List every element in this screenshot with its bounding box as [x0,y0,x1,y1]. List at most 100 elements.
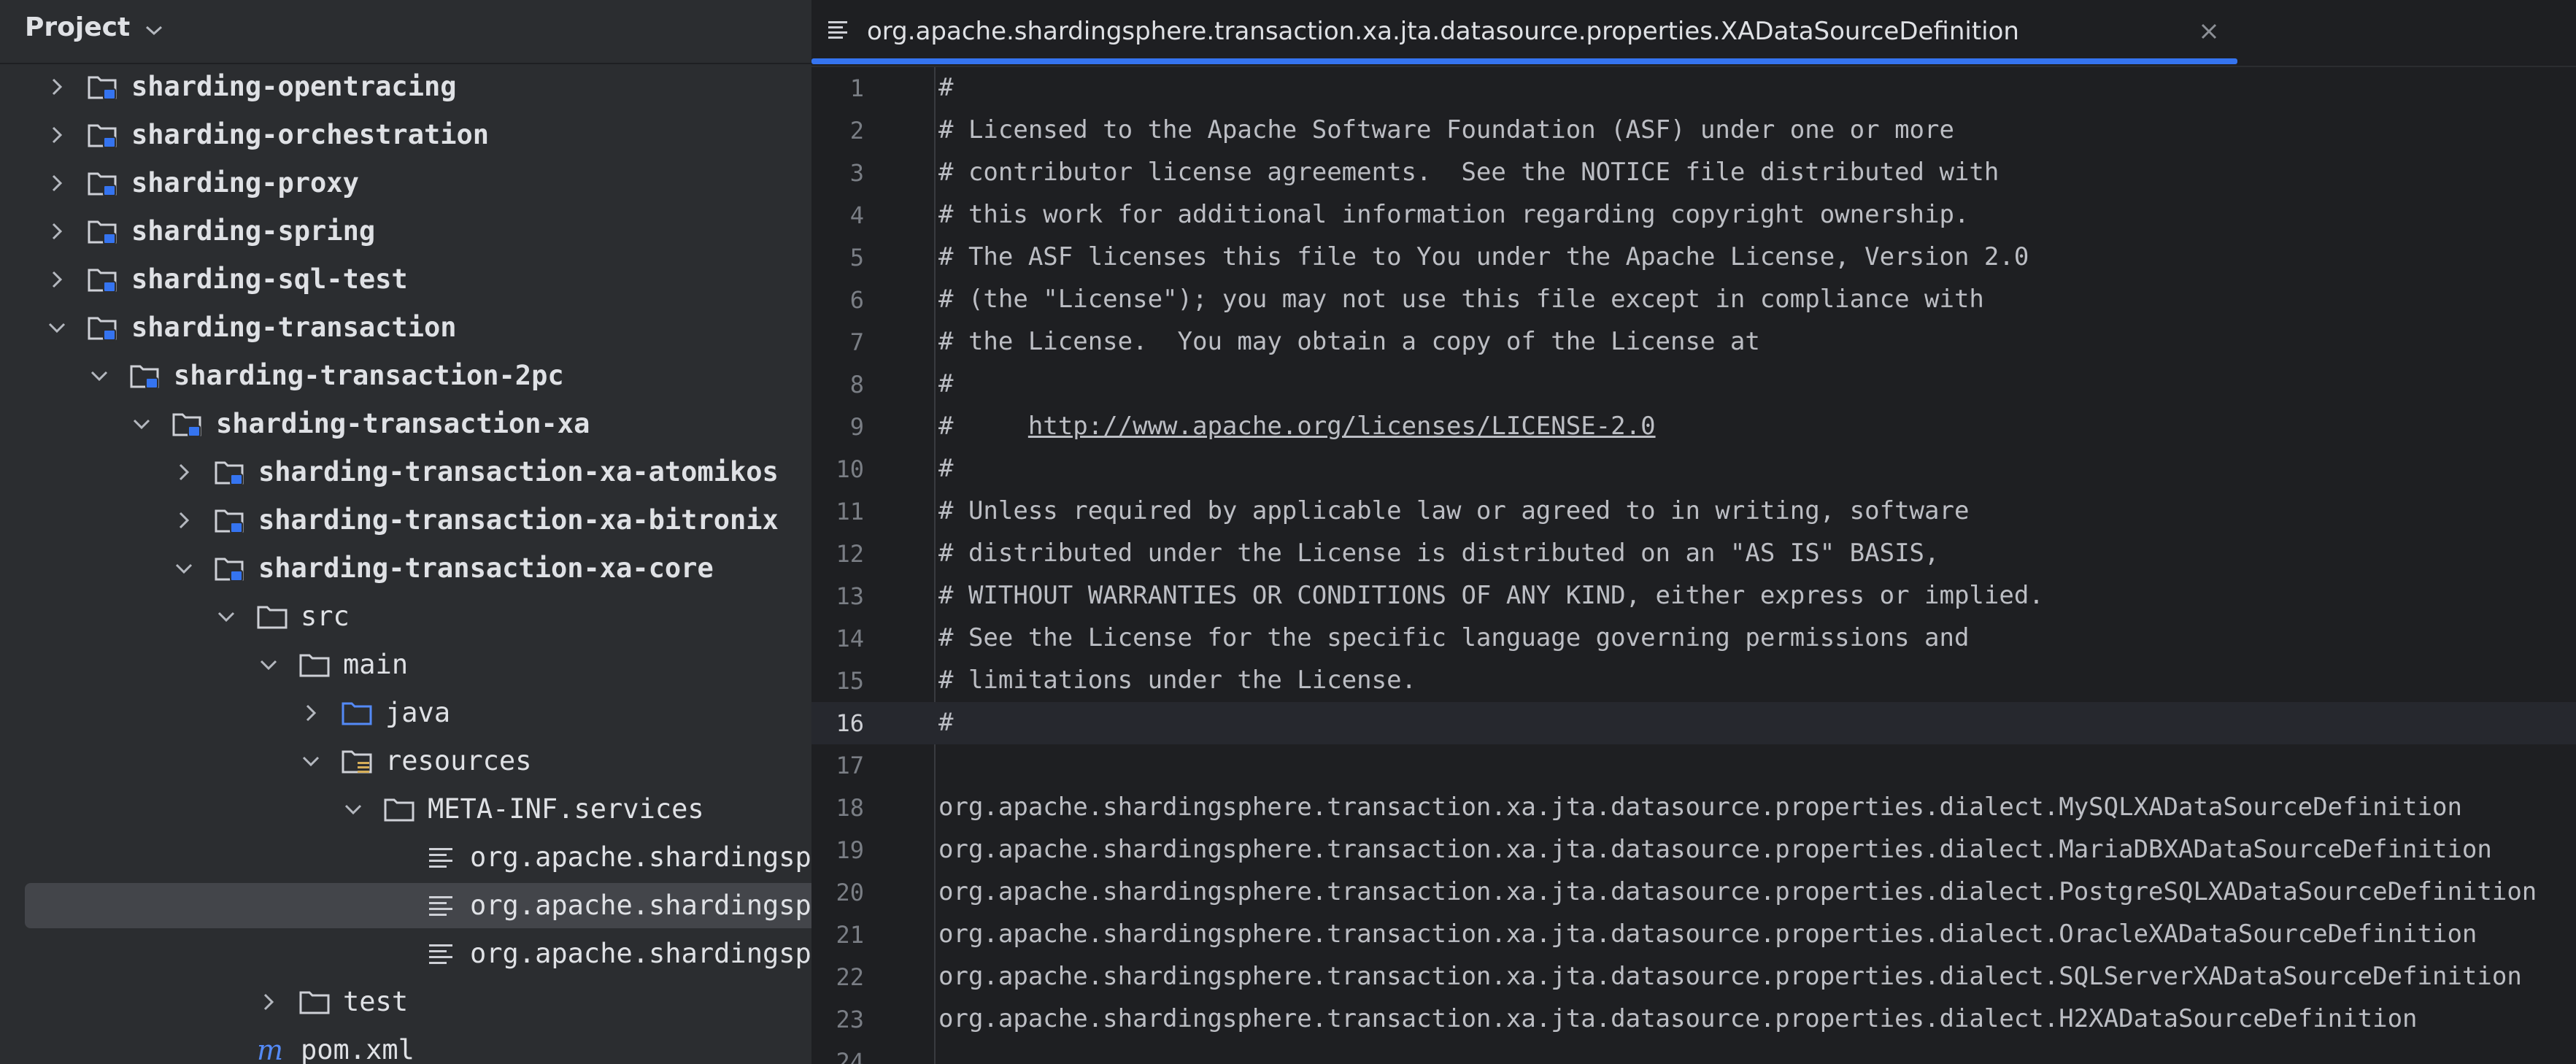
chevron-down-icon[interactable] [301,751,321,771]
chevron-right-icon[interactable] [174,510,194,531]
chevron-right-icon[interactable] [47,125,67,145]
code-line[interactable]: 19 org.apache.shardingsphere.transaction.… [811,829,2576,871]
code-line[interactable]: 6 # (the "License"); you may not use this… [811,279,2576,321]
editor-tab-title: org.apache.shardingsphere.transaction.xa… [867,17,2019,46]
tree-item[interactable]: sharding-transaction-xa-bitronix [0,498,811,546]
module-folder-icon [86,168,120,198]
code-line[interactable]: 12 # distributed under the License is dis… [811,533,2576,575]
code-line[interactable]: 16 # [811,702,2576,744]
code-text-content: # [938,369,954,398]
code-line[interactable]: 20 org.apache.shardingsphere.transaction.… [811,871,2576,914]
chevron-right-icon[interactable] [301,703,321,723]
code-line[interactable]: 5 # The ASF licenses this file to You und… [811,236,2576,279]
tree-item[interactable]: test [0,979,811,1028]
module-folder-icon [213,553,247,584]
chevron-down-icon[interactable] [258,655,279,675]
tree-item[interactable]: sharding-transaction-2pc [0,353,811,401]
chevron-right-icon[interactable] [47,77,67,97]
code-line[interactable]: 2 # Licensed to the Apache Software Found… [811,109,2576,152]
code-text-content: org.apache.shardingsphere.transaction.xa… [938,835,2492,864]
chevron-down-icon[interactable] [216,606,236,627]
license-link[interactable]: http://www.apache.org/licenses/LICENSE-2… [1028,412,1656,441]
code-line[interactable]: 24 [811,1041,2576,1064]
code-line[interactable]: 1 # [811,67,2576,109]
tree-item[interactable]: m pom.xml [0,1028,811,1064]
chevron-down-icon[interactable] [47,317,67,338]
text-file-icon [828,21,847,39]
chevron-down-icon[interactable] [89,366,109,386]
code-text: # the License. You may obtain a copy of … [938,324,1760,359]
chevron-right-icon[interactable] [47,221,67,242]
line-number: 22 [836,963,864,991]
tree-item[interactable]: org.apache.shardingsphere.transaction.xa… [0,835,811,883]
code-line[interactable]: 14 # See the License for the specific lan… [811,617,2576,660]
editor-tab-active[interactable]: org.apache.shardingsphere.transaction.xa… [811,0,2237,66]
tree-item[interactable]: sharding-transaction-xa-atomikos [0,450,811,498]
module-folder-icon [86,312,120,343]
code-line[interactable]: 4 # this work for additional information … [811,194,2576,236]
project-tree: sharding-opentracing sharding-orchestrati… [0,64,811,1064]
tree-item-label: sharding-spring [131,215,376,247]
line-number: 14 [836,625,864,652]
code-line[interactable]: 15 # limitations under the License. [811,660,2576,702]
tree-item[interactable]: sharding-transaction [0,305,811,353]
code-line[interactable]: 7 # the License. You may obtain a copy of… [811,321,2576,363]
tree-item-label: sharding-orchestration [131,119,490,150]
code-line[interactable]: 21 org.apache.shardingsphere.transaction.… [811,914,2576,956]
code-text-content: # [938,708,954,737]
code-line[interactable]: 8 # [811,363,2576,406]
tree-item-label: main [343,649,409,680]
tree-item[interactable]: java [0,690,811,739]
tree-item-label: sharding-opentracing [131,71,457,102]
chevron-right-icon[interactable] [258,992,279,1012]
line-number: 8 [849,371,864,398]
text-file-icon [425,842,458,873]
tree-item[interactable]: src [0,594,811,642]
code-line[interactable]: 23 org.apache.shardingsphere.transaction.… [811,998,2576,1041]
tree-item[interactable]: sharding-transaction-xa [0,401,811,450]
code-text: # See the License for the specific langu… [938,620,1969,655]
chevron-right-icon[interactable] [47,173,67,193]
chevron-right-icon[interactable] [174,462,194,482]
code-line[interactable]: 13 # WITHOUT WARRANTIES OR CONDITIONS OF … [811,575,2576,617]
tree-item[interactable]: META-INF.services [0,787,811,835]
tree-item[interactable]: sharding-opentracing [0,64,811,112]
tree-item[interactable]: sharding-sql-test [0,257,811,305]
code-text: # Licensed to the Apache Software Founda… [938,112,1954,147]
line-number: 3 [849,159,864,187]
code-text-content: # See the License for the specific langu… [938,623,1970,652]
tree-item[interactable]: org.apache.shardingsphere.transaction.xa… [0,883,811,931]
chevron-down-icon[interactable] [131,414,152,434]
tree-item-label: META-INF.services [428,793,704,825]
tree-item[interactable]: org.apache.shardingsphere.transaction.xa… [0,931,811,979]
tree-item[interactable]: main [0,642,811,690]
code-line[interactable]: 9 # http://www.apache.org/licenses/LICENS… [811,406,2576,448]
line-number: 5 [849,244,864,271]
code-text: # [938,70,953,105]
code-editor-area[interactable]: 1 #2 # Licensed to the Apache Software Fou… [811,67,2576,1064]
chevron-right-icon[interactable] [47,269,67,290]
code-text: org.apache.shardingsphere.transaction.xa… [938,917,2477,952]
maven-icon: m [255,1034,289,1064]
code-text-content: # distributed under the License is distr… [938,539,1940,568]
code-line[interactable]: 18 org.apache.shardingsphere.transaction.… [811,787,2576,829]
code-line[interactable]: 11 # Unless required by applicable law or… [811,490,2576,533]
source-folder-icon [340,698,374,728]
code-line[interactable]: 22 org.apache.shardingsphere.transaction.… [811,956,2576,998]
project-view-selector[interactable]: Project [25,10,130,45]
tree-item-label: sharding-sql-test [131,263,408,295]
tree-item[interactable]: sharding-proxy [0,161,811,209]
chevron-down-icon[interactable] [343,799,363,820]
code-line[interactable]: 17 [811,744,2576,787]
tree-item[interactable]: sharding-spring [0,209,811,257]
chevron-down-icon[interactable] [143,22,165,38]
code-text: # Unless required by applicable law or a… [938,493,1969,528]
tree-item[interactable]: sharding-orchestration [0,112,811,161]
close-icon[interactable] [2198,20,2220,42]
code-text: org.apache.shardingsphere.transaction.xa… [938,832,2492,867]
code-line[interactable]: 10 # [811,448,2576,490]
code-line[interactable]: 3 # contributor license agreements. See t… [811,152,2576,194]
tree-item[interactable]: sharding-transaction-xa-core [0,546,811,594]
tree-item[interactable]: resources [0,739,811,787]
chevron-down-icon[interactable] [174,558,194,579]
